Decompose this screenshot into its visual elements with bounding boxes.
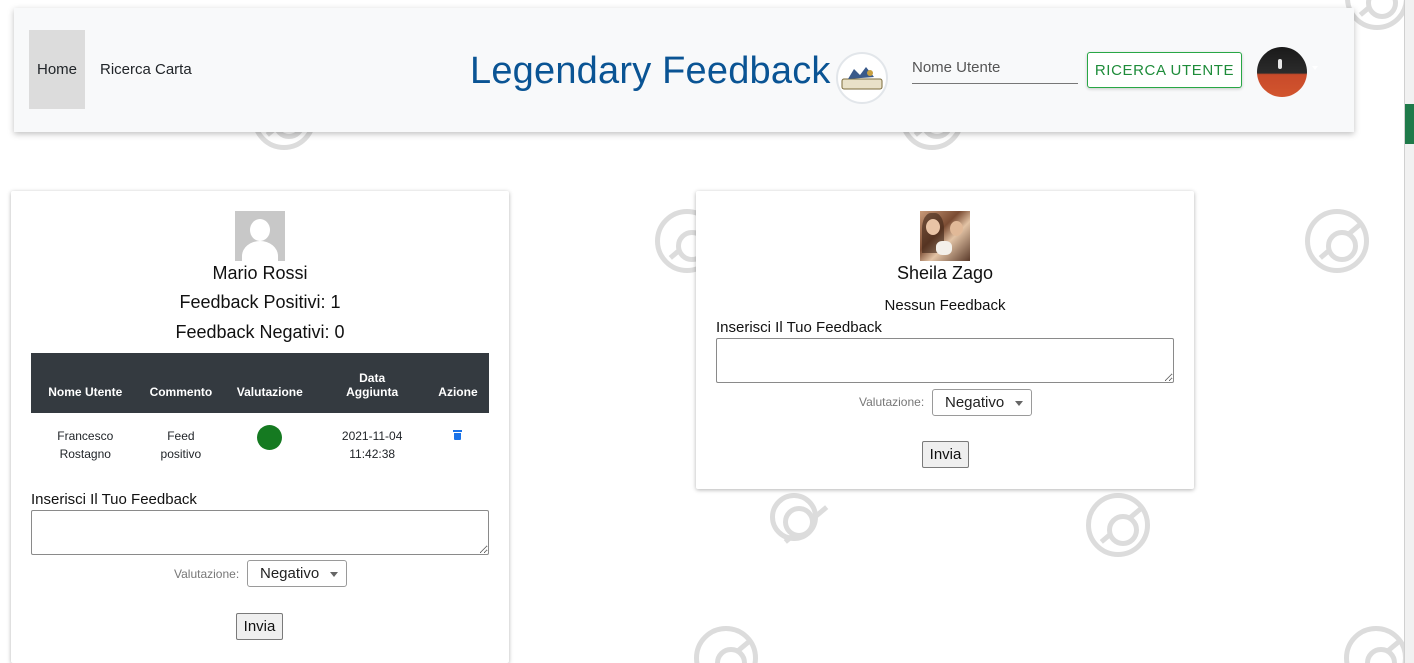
user-avatar	[235, 211, 285, 261]
side-tab	[1405, 104, 1414, 144]
feedback-textarea[interactable]	[716, 338, 1174, 383]
pokeball-watermark-icon	[694, 626, 758, 663]
table-row: Francesco Rostagno Feed positivo 2021-11…	[31, 413, 489, 487]
pokeball-watermark-icon	[1086, 493, 1150, 557]
column-header: Nome Utente	[48, 385, 123, 399]
select-arrow-icon	[1015, 401, 1023, 406]
chevron-down-icon[interactable]	[1312, 66, 1318, 70]
no-feedback-text: Nessun Feedback	[884, 297, 1006, 314]
column-header: Valutazione	[236, 385, 303, 399]
user-avatar	[920, 211, 970, 261]
avatar[interactable]	[1257, 47, 1307, 97]
brand-title: Legendary Feedback	[470, 50, 831, 92]
window-scrollbar[interactable]	[1404, 0, 1414, 663]
navbar: Home Ricerca Carta Legendary Feedback RI…	[14, 8, 1354, 132]
brand-logo	[836, 52, 888, 104]
trash-icon[interactable]	[453, 430, 463, 440]
column-header: Data Aggiunta	[346, 371, 399, 399]
pokeball-watermark-icon	[1345, 0, 1409, 30]
rating-select[interactable]: Negativo	[247, 560, 347, 587]
select-arrow-icon	[330, 572, 338, 577]
user-card-sheila: Sheila Zago Nessun Feedback Inserisci Il…	[696, 191, 1194, 489]
pokeball-watermark-icon	[1344, 626, 1408, 663]
positive-count: Feedback Positivi: 1	[179, 292, 341, 312]
pokeball-watermark-icon	[1305, 209, 1369, 273]
rating-label: Valutazione:	[174, 567, 240, 581]
feedback-form-label: Inserisci Il Tuo Feedback	[31, 491, 197, 508]
submit-feedback-button[interactable]: Invia	[236, 613, 283, 640]
nav-home-link[interactable]: Home	[29, 30, 85, 109]
feedback-textarea[interactable]	[31, 510, 489, 555]
rating-label: Valutazione:	[859, 395, 925, 409]
column-header: Azione	[438, 385, 478, 399]
feedback-table: Nome Utente Commento Valutazione Data Ag…	[31, 353, 489, 487]
cell-comment: Feed positivo	[160, 429, 202, 461]
pokeball-watermark-icon	[770, 493, 818, 541]
user-card-mario: Mario Rossi Feedback Positivi: 1 Feedbac…	[11, 191, 509, 663]
feedback-form-label: Inserisci Il Tuo Feedback	[716, 319, 882, 336]
rating-select-value: Negativo	[260, 565, 320, 582]
negative-count: Feedback Negativi: 0	[175, 322, 345, 342]
submit-feedback-button[interactable]: Invia	[922, 441, 969, 468]
positive-rating-icon	[257, 425, 283, 450]
user-name: Mario Rossi	[212, 263, 308, 283]
nav-search-card-link[interactable]: Ricerca Carta	[92, 30, 200, 109]
search-user-button[interactable]: RICERCA UTENTE	[1087, 52, 1242, 88]
cell-user: Francesco Rostagno	[57, 429, 114, 461]
rating-select-value: Negativo	[945, 394, 1005, 411]
cell-date: 2021-11-04 11:42:38	[341, 429, 403, 461]
rating-select[interactable]: Negativo	[932, 389, 1032, 416]
cell-rating	[222, 413, 317, 487]
column-header: Commento	[149, 385, 213, 399]
user-name: Sheila Zago	[896, 263, 994, 283]
user-search-input[interactable]	[912, 52, 1078, 84]
cell-action	[427, 413, 489, 487]
